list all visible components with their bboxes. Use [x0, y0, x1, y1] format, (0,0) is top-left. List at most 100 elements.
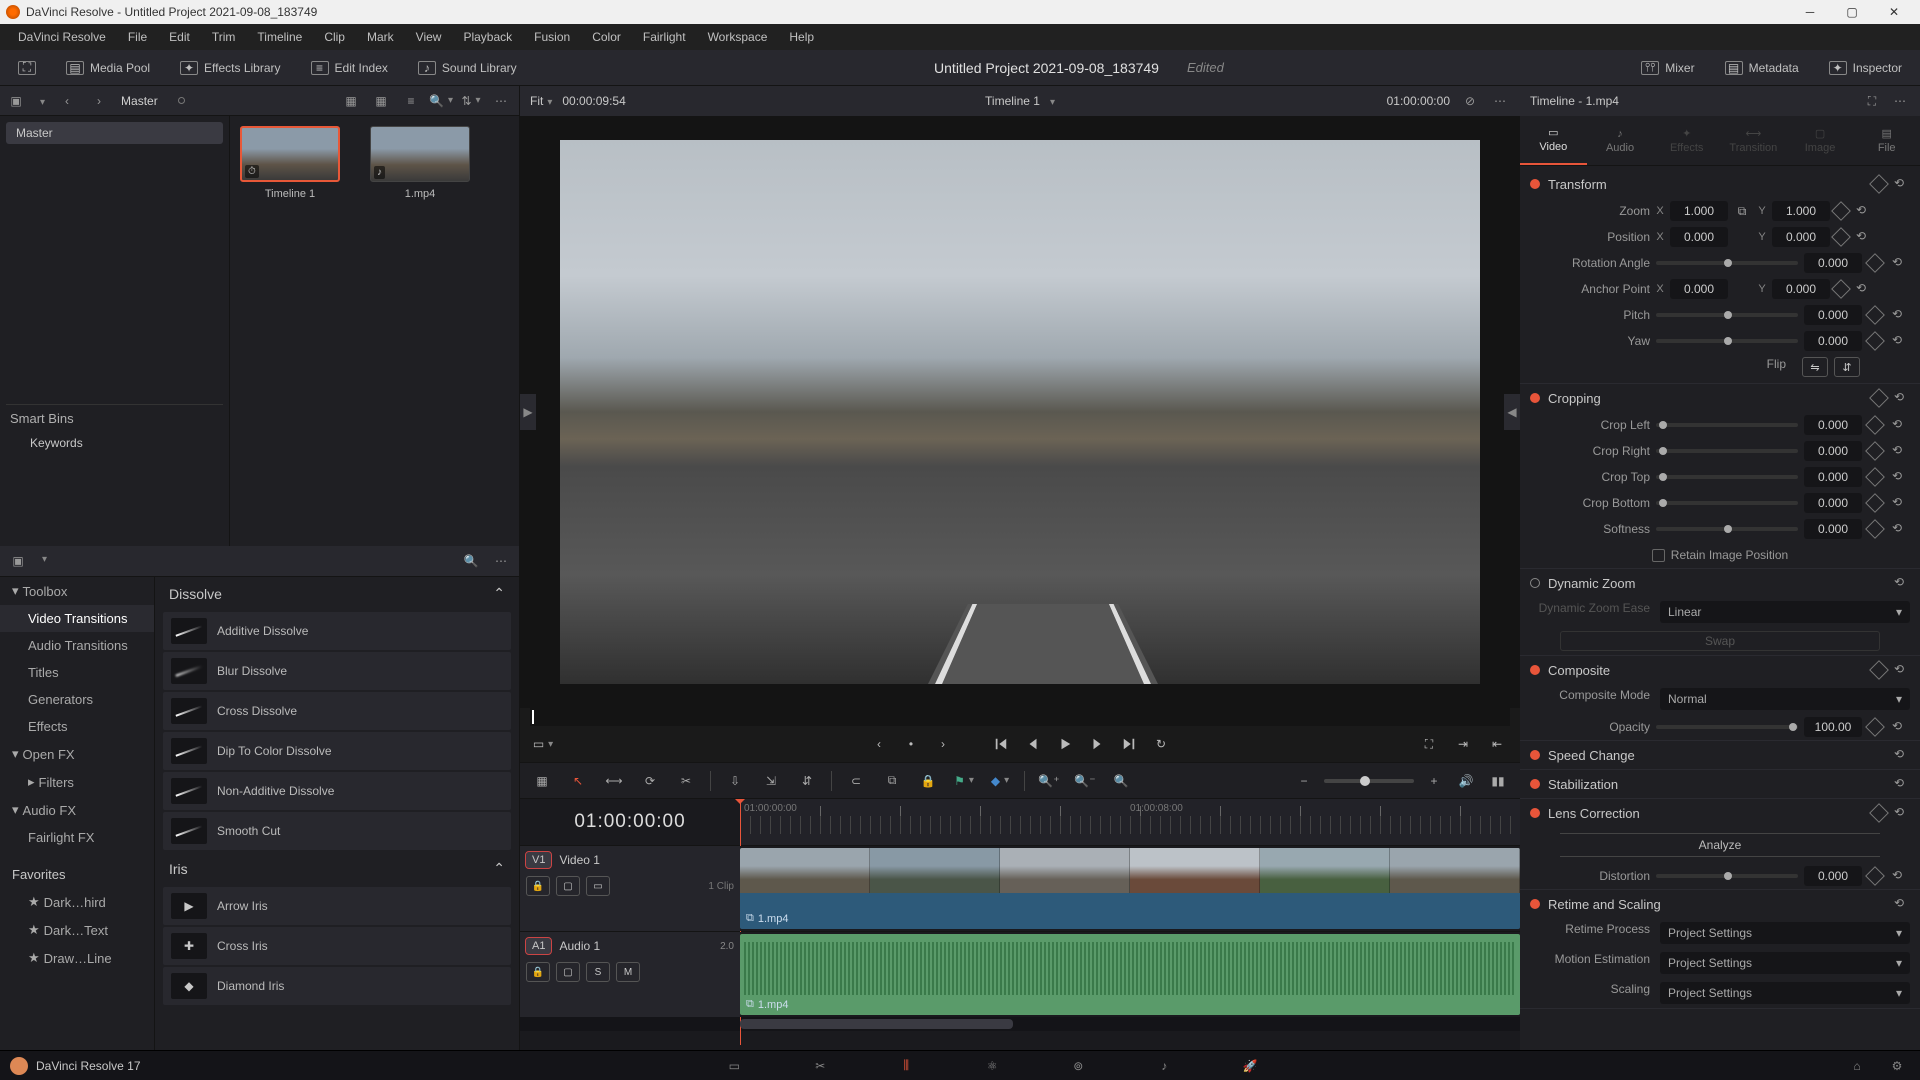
snap-button[interactable]: ⊂ — [844, 769, 868, 793]
viewer-expand-right-icon[interactable]: ◀ — [1504, 394, 1520, 430]
enable-dot-icon[interactable] — [1530, 899, 1540, 909]
zoom-to-fit-button[interactable]: 🔍⁺ — [1037, 769, 1061, 793]
enable-dot-icon[interactable] — [1530, 665, 1540, 675]
link-xy-icon[interactable]: ⧉ — [1732, 204, 1752, 219]
pos-x-input[interactable]: 0.000 — [1670, 227, 1728, 247]
section-retime-scaling[interactable]: Retime and Scaling⟲ — [1520, 890, 1920, 918]
enable-dot-icon[interactable] — [1530, 578, 1540, 588]
next-frame-button[interactable] — [1084, 731, 1110, 757]
reset-icon[interactable]: ⟲ — [1894, 575, 1910, 591]
insert-clip-button[interactable]: ⇩ — [723, 769, 747, 793]
rotation-input[interactable]: 0.000 — [1804, 253, 1862, 273]
zoom-y-input[interactable]: 1.000 — [1772, 201, 1830, 221]
distortion-input[interactable]: 0.000 — [1804, 866, 1862, 886]
track-tag-v1[interactable]: V1 — [526, 852, 551, 868]
trim-tool[interactable]: ⟷ — [602, 769, 626, 793]
fx-audio-transitions[interactable]: Audio Transitions — [0, 632, 154, 659]
fx-group-iris[interactable]: Iris⌃ — [155, 852, 519, 885]
sort-button[interactable]: ⇅ — [461, 91, 481, 111]
menu-file[interactable]: File — [118, 26, 157, 48]
fx-group-dissolve[interactable]: Dissolve⌃ — [155, 577, 519, 610]
reset-icon[interactable]: ⟲ — [1856, 203, 1872, 219]
yaw-slider[interactable] — [1656, 339, 1798, 343]
timeline-scrollbar[interactable] — [520, 1017, 1520, 1031]
audio-meter-icon[interactable]: ▮▮ — [1486, 769, 1510, 793]
bin-list-icon[interactable]: ▣ — [8, 93, 24, 109]
menu-fairlight[interactable]: Fairlight — [633, 26, 696, 48]
reset-icon[interactable]: ⟲ — [1892, 443, 1908, 459]
home-icon[interactable]: ⌂ — [1844, 1057, 1870, 1075]
fx-fav-item[interactable]: ★ Draw…Line — [0, 944, 154, 972]
audio-track-header[interactable]: A1 Audio 1 2.0 🔒 ▢ S M — [520, 932, 740, 1017]
menu-trim[interactable]: Trim — [202, 26, 246, 48]
anchor-x-input[interactable]: 0.000 — [1670, 279, 1728, 299]
fx-dip-to-color[interactable]: Dip To Color Dissolve — [163, 732, 511, 770]
fx-fairlightfx[interactable]: Fairlight FX — [0, 824, 154, 851]
reset-icon[interactable]: ⟲ — [1892, 719, 1908, 735]
loop-button[interactable]: ↻ — [1148, 731, 1174, 757]
bin-master[interactable]: Master — [6, 122, 223, 144]
enable-dot-icon[interactable] — [1530, 750, 1540, 760]
reset-icon[interactable]: ⟲ — [1894, 662, 1910, 678]
media-pool-toggle[interactable]: ▤Media Pool — [58, 57, 158, 79]
keyframe-icon[interactable] — [1869, 660, 1889, 680]
track-tag-a1[interactable]: A1 — [526, 938, 551, 954]
last-frame-button[interactable] — [1116, 731, 1142, 757]
audio-monitor-icon[interactable]: 🔊 — [1454, 769, 1478, 793]
fx-filters[interactable]: ▸Filters — [0, 768, 154, 796]
view-metadata-icon[interactable]: ▦ — [341, 91, 361, 111]
track-lock-button[interactable]: 🔒 — [526, 876, 550, 896]
menu-davinci[interactable]: DaVinci Resolve — [8, 26, 116, 48]
overlay-mode-button[interactable]: ▭ — [530, 731, 556, 757]
custom-zoom-button[interactable]: 🔍 — [1109, 769, 1133, 793]
retime-process-select[interactable]: Project Settings▾ — [1660, 922, 1910, 944]
section-transform[interactable]: Transform ⟲ — [1520, 170, 1920, 198]
keyframe-icon[interactable] — [1865, 717, 1885, 737]
viewer-timeline-dropdown-icon[interactable] — [1046, 94, 1055, 108]
analyze-button[interactable]: Analyze — [1560, 833, 1880, 857]
track-auto-select-button[interactable]: ▢ — [556, 876, 580, 896]
keyframe-icon[interactable] — [1865, 493, 1885, 513]
fullscreen-toggle[interactable]: ⛶ — [10, 57, 44, 79]
user-avatar-icon[interactable] — [10, 1057, 28, 1075]
section-lens-correction[interactable]: Lens Correction⟲ — [1520, 799, 1920, 827]
page-color-icon[interactable]: ⊚ — [1065, 1057, 1091, 1075]
settings-gear-icon[interactable]: ⚙ — [1884, 1057, 1910, 1075]
reset-icon[interactable]: ⟲ — [1894, 390, 1910, 406]
retain-position-checkbox[interactable] — [1652, 549, 1665, 562]
crop-top-slider[interactable] — [1656, 475, 1798, 479]
section-composite[interactable]: Composite ⟲ — [1520, 656, 1920, 684]
selection-tool[interactable]: ↖ — [566, 769, 590, 793]
keyframe-icon[interactable] — [1865, 253, 1885, 273]
anchor-y-input[interactable]: 0.000 — [1772, 279, 1830, 299]
pos-y-input[interactable]: 0.000 — [1772, 227, 1830, 247]
view-thumb-icon[interactable]: ▦ — [371, 91, 391, 111]
reset-icon[interactable]: ⟲ — [1894, 747, 1910, 763]
overwrite-clip-button[interactable]: ⇲ — [759, 769, 783, 793]
fx-cross-dissolve[interactable]: Cross Dissolve — [163, 692, 511, 730]
reset-icon[interactable]: ⟲ — [1892, 868, 1908, 884]
menu-workspace[interactable]: Workspace — [698, 26, 778, 48]
mixer-toggle[interactable]: ⫯⫯Mixer — [1633, 57, 1702, 79]
inspector-expand-icon[interactable]: ⛶ — [1862, 91, 1882, 111]
keyframe-icon[interactable] — [1865, 305, 1885, 325]
opacity-slider[interactable] — [1656, 725, 1798, 729]
razor-tool[interactable]: ✂ — [674, 769, 698, 793]
prev-frame-button[interactable] — [1020, 731, 1046, 757]
page-fairlight-icon[interactable]: ♪ — [1151, 1057, 1177, 1075]
opacity-input[interactable]: 100.00 — [1804, 717, 1862, 737]
page-cut-icon[interactable]: ✂ — [807, 1057, 833, 1075]
pitch-input[interactable]: 0.000 — [1804, 305, 1862, 325]
inspector-options-icon[interactable]: ⋯ — [1890, 91, 1910, 111]
menu-edit[interactable]: Edit — [159, 26, 200, 48]
replace-clip-button[interactable]: ⇵ — [795, 769, 819, 793]
tab-audio[interactable]: ♪Audio — [1587, 116, 1654, 165]
fx-diamond-iris[interactable]: ◆Diamond Iris — [163, 967, 511, 1005]
rotation-slider[interactable] — [1656, 261, 1798, 265]
reset-icon[interactable]: ⟲ — [1856, 281, 1872, 297]
page-fusion-icon[interactable]: ⚛ — [979, 1057, 1005, 1075]
softness-slider[interactable] — [1656, 527, 1798, 531]
fx-arrow-iris[interactable]: ▶Arrow Iris — [163, 887, 511, 925]
fx-video-transitions[interactable]: Video Transitions — [0, 605, 154, 632]
yaw-input[interactable]: 0.000 — [1804, 331, 1862, 351]
